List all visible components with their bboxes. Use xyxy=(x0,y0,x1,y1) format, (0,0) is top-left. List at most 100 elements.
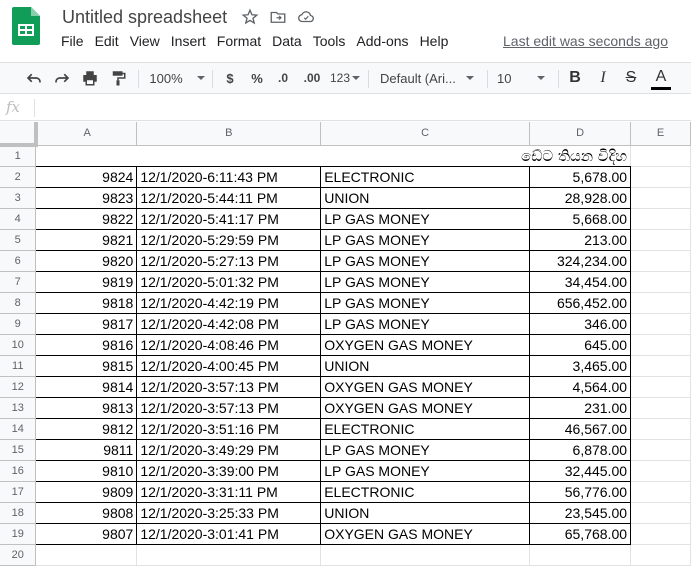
cell-id[interactable]: 9817 xyxy=(35,312,138,335)
cell-id[interactable]: 9823 xyxy=(35,186,138,209)
increase-decimal-button[interactable]: .00 xyxy=(299,63,325,93)
row-header[interactable]: 7 xyxy=(0,271,37,293)
cell-timestamp[interactable]: 12/1/2020-5:27:13 PM xyxy=(136,249,322,272)
column-header-e[interactable]: E xyxy=(630,122,691,146)
cell-amount[interactable]: 23,545.00 xyxy=(529,501,632,524)
cell-timestamp[interactable]: 12/1/2020-5:44:11 PM xyxy=(136,186,322,209)
cell-timestamp[interactable]: 12/1/2020-3:57:13 PM xyxy=(136,396,322,419)
row-header[interactable]: 17 xyxy=(0,481,37,503)
cell-timestamp[interactable]: 12/1/2020-3:49:29 PM xyxy=(136,438,322,461)
italic-button[interactable]: I xyxy=(594,63,612,93)
cell-amount[interactable]: 56,776.00 xyxy=(529,480,632,503)
row-header[interactable]: 9 xyxy=(0,313,37,335)
formula-input[interactable] xyxy=(40,98,680,118)
cell[interactable] xyxy=(630,397,691,419)
cell-type[interactable]: LP GAS MONEY xyxy=(320,459,531,482)
cell-type[interactable]: ELECTRONIC xyxy=(320,417,531,440)
row-header[interactable]: 12 xyxy=(0,376,37,398)
percent-format-button[interactable]: % xyxy=(247,63,267,93)
cell-amount[interactable]: 213.00 xyxy=(529,228,632,251)
row-header[interactable]: 2 xyxy=(0,166,37,188)
menu-format[interactable]: Format xyxy=(217,33,267,49)
column-header-b[interactable]: B xyxy=(136,122,322,146)
cell-type[interactable]: LP GAS MONEY xyxy=(320,312,531,335)
cell-type[interactable]: UNION xyxy=(320,354,531,377)
row-header[interactable]: 18 xyxy=(0,502,37,524)
row-header[interactable]: 11 xyxy=(0,355,37,377)
cell-id[interactable]: 9813 xyxy=(35,396,138,419)
cell-timestamp[interactable]: 12/1/2020-5:41:17 PM xyxy=(136,207,322,230)
sheets-logo-icon[interactable] xyxy=(12,7,40,45)
row-header[interactable]: 3 xyxy=(0,187,37,209)
cell-id[interactable]: 9815 xyxy=(35,354,138,377)
cell-amount[interactable]: 6,878.00 xyxy=(529,438,632,461)
cell[interactable] xyxy=(630,145,691,167)
row-header[interactable]: 6 xyxy=(0,250,37,272)
cell-id[interactable]: 9816 xyxy=(35,333,138,356)
cell[interactable] xyxy=(630,313,691,335)
row-header[interactable]: 20 xyxy=(0,544,37,566)
move-to-folder-icon[interactable] xyxy=(269,8,287,26)
cell-amount[interactable]: 645.00 xyxy=(529,333,632,356)
cell-type[interactable]: LP GAS MONEY xyxy=(320,270,531,293)
cell-type[interactable]: OXYGEN GAS MONEY xyxy=(320,375,531,398)
cell-id[interactable]: 9811 xyxy=(35,438,138,461)
cell-timestamp[interactable]: 12/1/2020-3:25:33 PM xyxy=(136,501,322,524)
cell[interactable] xyxy=(136,544,322,566)
cell[interactable] xyxy=(630,187,691,209)
zoom-select[interactable]: 100% xyxy=(148,63,206,93)
currency-format-button[interactable]: $ xyxy=(220,63,240,93)
cell-timestamp[interactable]: 12/1/2020-4:42:08 PM xyxy=(136,312,322,335)
cell-id[interactable]: 9820 xyxy=(35,249,138,272)
cell-amount[interactable]: 4,564.00 xyxy=(529,375,632,398)
cell-type[interactable]: LP GAS MONEY xyxy=(320,207,531,230)
cell-amount[interactable]: 32,445.00 xyxy=(529,459,632,482)
menu-tools[interactable]: Tools xyxy=(313,33,352,49)
cell-type[interactable]: LP GAS MONEY xyxy=(320,228,531,251)
cell-id[interactable]: 9822 xyxy=(35,207,138,230)
cell-amount[interactable]: 34,454.00 xyxy=(529,270,632,293)
cell-timestamp[interactable]: 12/1/2020-3:51:16 PM xyxy=(136,417,322,440)
undo-button[interactable] xyxy=(22,63,46,93)
star-icon[interactable] xyxy=(241,8,259,26)
cell-amount[interactable]: 46,567.00 xyxy=(529,417,632,440)
cell[interactable] xyxy=(630,544,691,566)
cell[interactable] xyxy=(630,208,691,230)
cell[interactable] xyxy=(630,502,691,524)
cell-timestamp[interactable]: 12/1/2020-3:57:13 PM xyxy=(136,375,322,398)
cell-id[interactable]: 9809 xyxy=(35,480,138,503)
cell-amount[interactable]: 65,768.00 xyxy=(529,522,632,545)
cell[interactable] xyxy=(320,544,531,566)
row-header[interactable]: 8 xyxy=(0,292,37,314)
document-title[interactable]: Untitled spreadsheet xyxy=(62,7,227,28)
cell-id[interactable]: 9814 xyxy=(35,375,138,398)
cell-id[interactable]: 9810 xyxy=(35,459,138,482)
cell-timestamp[interactable]: 12/1/2020-3:39:00 PM xyxy=(136,459,322,482)
row-header[interactable]: 15 xyxy=(0,439,37,461)
cell[interactable] xyxy=(630,481,691,503)
cell-timestamp[interactable]: 12/1/2020-3:31:11 PM xyxy=(136,480,322,503)
cell-timestamp[interactable]: 12/1/2020-6:11:43 PM xyxy=(136,165,322,188)
row-header[interactable]: 13 xyxy=(0,397,37,419)
cell[interactable] xyxy=(630,460,691,482)
cell[interactable] xyxy=(630,166,691,188)
font-size-select[interactable]: 10 xyxy=(497,63,553,93)
menu-addons[interactable]: Add-ons xyxy=(356,33,414,49)
cell[interactable] xyxy=(630,334,691,356)
cell-amount[interactable]: 28,928.00 xyxy=(529,186,632,209)
cell-timestamp[interactable]: 12/1/2020-4:42:19 PM xyxy=(136,291,322,314)
row-header[interactable]: 19 xyxy=(0,523,37,545)
cell-id[interactable]: 9808 xyxy=(35,501,138,524)
menu-file[interactable]: File xyxy=(61,33,90,49)
cell-type[interactable]: OXYGEN GAS MONEY xyxy=(320,522,531,545)
cell[interactable] xyxy=(630,376,691,398)
print-button[interactable] xyxy=(78,63,102,93)
cell-type[interactable]: ELECTRONIC xyxy=(320,480,531,503)
row-header[interactable]: 4 xyxy=(0,208,37,230)
cell[interactable] xyxy=(630,355,691,377)
cell[interactable] xyxy=(630,271,691,293)
menu-help[interactable]: Help xyxy=(420,33,455,49)
cell-amount[interactable]: 656,452.00 xyxy=(529,291,632,314)
menu-view[interactable]: View xyxy=(130,33,166,49)
column-header-a[interactable]: A xyxy=(35,122,138,146)
